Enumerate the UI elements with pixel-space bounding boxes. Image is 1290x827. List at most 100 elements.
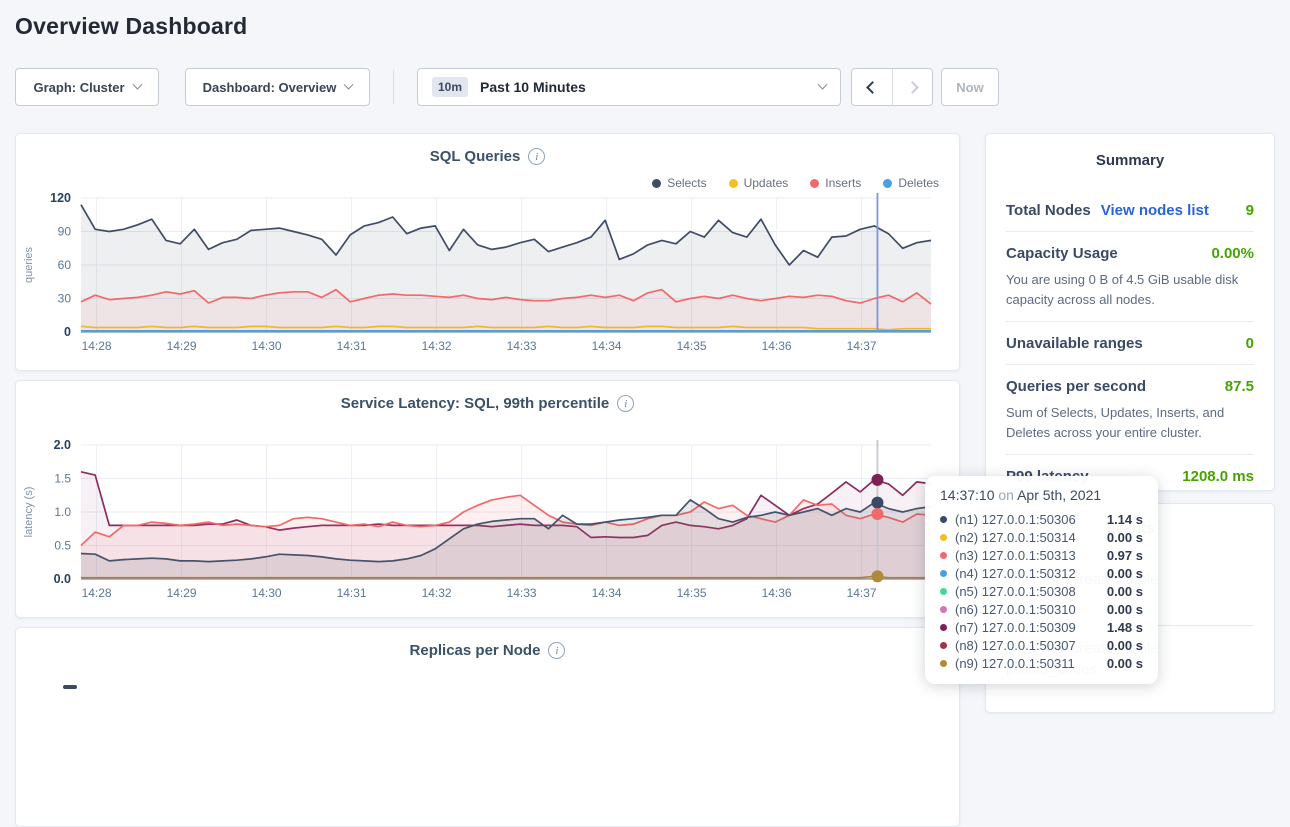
tooltip-row: (n6) 127.0.0.1:503100.00 s [940,600,1143,618]
node-color-dot-icon [940,642,947,649]
svg-text:14:35: 14:35 [677,339,707,353]
svg-text:14:32: 14:32 [422,586,452,600]
dashboard-dropdown[interactable]: Dashboard: Overview [185,68,370,106]
unavailable-ranges-label: Unavailable ranges [1006,335,1143,352]
svg-text:14:29: 14:29 [167,586,197,600]
svg-text:0: 0 [64,325,71,339]
service-latency-chart[interactable]: 14:2814:2914:3014:3114:3214:3314:3414:35… [16,437,961,615]
svg-text:14:28: 14:28 [82,339,112,353]
prev-time-button[interactable] [852,69,892,105]
tooltip-row: (n2) 127.0.0.1:50314 0.00 s [940,528,1143,546]
tooltip-node-label: (n2) 127.0.0.1:50314 [955,530,1099,545]
svg-text:14:32: 14:32 [422,339,452,353]
svg-text:30: 30 [58,292,72,306]
tooltip-node-label: (n5) 127.0.0.1:50308 [955,584,1099,599]
tooltip-node-label: (n8) 127.0.0.1:50307 [955,638,1099,653]
svg-text:1.5: 1.5 [54,472,71,486]
tooltip-row: (n1) 127.0.0.1:503061.14 s [940,510,1143,528]
legend-item-inserts: Inserts [810,176,861,190]
page-title: Overview Dashboard [15,13,247,40]
legend-label: Deletes [898,176,939,190]
svg-text:latency (s): latency (s) [23,487,35,538]
tooltip-on-word: on [998,487,1014,503]
next-time-button[interactable] [892,69,932,105]
tooltip-node-label: (n9) 127.0.0.1:50311 [955,656,1099,671]
graph-dropdown-label: Graph: Cluster [33,80,124,95]
svg-text:0.0: 0.0 [54,572,71,586]
legend-item-updates: Updates [729,176,789,190]
svg-text:14:33: 14:33 [507,339,537,353]
tooltip-node-value: 0.00 s [1107,530,1143,545]
tooltip-row: (n7) 127.0.0.1:503091.48 s [940,618,1143,636]
p99-latency-value: 1208.0 ms [1182,468,1254,485]
svg-text:1.0: 1.0 [54,505,71,519]
chevron-down-icon [344,79,354,89]
tooltip-row: (n5) 127.0.0.1:50308 0.00 s [940,582,1143,600]
tooltip-node-value: 0.00 s [1107,602,1143,617]
legend-dot-icon [810,179,819,188]
node-color-dot-icon [940,552,947,559]
node-color-dot-icon [940,588,947,595]
svg-text:14:34: 14:34 [592,586,622,600]
tooltip-node-value: 0.97 s [1107,548,1143,563]
info-icon[interactable]: i [528,148,545,165]
svg-text:120: 120 [50,191,71,205]
svg-text:14:29: 14:29 [167,339,197,353]
summary-panel: Summary Total Nodes View nodes list 9 Ca… [985,133,1275,491]
legend-dot-icon [883,179,892,188]
svg-text:14:34: 14:34 [592,339,622,353]
replicas-per-node-chart-card: Replicas per Node i [15,627,960,827]
tooltip-node-value: 0.00 s [1107,584,1143,599]
cut-off-chart-fragment [63,685,77,689]
summary-row-queries-per-second: Queries per second 87.5 [1006,364,1254,407]
node-color-dot-icon [940,516,947,523]
svg-text:14:36: 14:36 [762,339,792,353]
tooltip-node-value: 1.48 s [1107,620,1143,635]
node-color-dot-icon [940,660,947,667]
chart-title-service-latency: Service Latency: SQL, 99th percentile [341,395,609,412]
tooltip-row: (n9) 127.0.0.1:50311 0.00 s [940,654,1143,672]
svg-text:14:37: 14:37 [847,339,877,353]
svg-text:queries: queries [23,246,35,283]
queries-per-second-value: 87.5 [1225,378,1254,395]
tooltip-node-label: (n4) 127.0.0.1:50312 [955,566,1099,581]
tooltip-rows: (n1) 127.0.0.1:503061.14 s(n2) 127.0.0.1… [940,510,1143,672]
tooltip-row: (n8) 127.0.0.1:503070.00 s [940,636,1143,654]
tooltip-node-value: 1.14 s [1107,512,1143,527]
capacity-usage-label: Capacity Usage [1006,245,1118,262]
now-button[interactable]: Now [941,68,999,106]
tooltip-row: (n3) 127.0.0.1:50313 0.97 s [940,546,1143,564]
svg-text:90: 90 [58,225,72,239]
legend-item-deletes: Deletes [883,176,939,190]
summary-title: Summary [1006,152,1254,169]
tooltip-time: 14:37:10 [940,487,995,503]
legend-label: Updates [744,176,789,190]
tooltip-node-value: 0.00 s [1107,566,1143,581]
service-latency-chart-card: Service Latency: SQL, 99th percentile i … [15,380,960,618]
summary-row-unavailable-ranges: Unavailable ranges 0 [1006,321,1254,364]
info-icon[interactable]: i [617,395,634,412]
sql-queries-chart[interactable]: 14:2814:2914:3014:3114:3214:3314:3414:35… [16,190,961,368]
svg-text:14:35: 14:35 [677,586,707,600]
svg-text:14:33: 14:33 [507,586,537,600]
node-color-dot-icon [940,606,947,613]
svg-text:14:36: 14:36 [762,586,792,600]
time-range-picker[interactable]: 10m Past 10 Minutes [417,68,841,106]
view-nodes-list-link[interactable]: View nodes list [1101,202,1209,219]
svg-text:14:28: 14:28 [82,586,112,600]
info-icon[interactable]: i [548,642,565,659]
svg-text:14:31: 14:31 [337,586,367,600]
tooltip-node-label: (n3) 127.0.0.1:50313 [955,548,1099,563]
svg-text:14:30: 14:30 [252,339,282,353]
node-color-dot-icon [940,534,947,541]
summary-row-total-nodes: Total Nodes View nodes list 9 [1006,189,1254,231]
chevron-down-icon [132,79,142,89]
sql-legend: SelectsUpdatesInsertsDeletes [652,176,939,190]
graph-dropdown[interactable]: Graph: Cluster [15,68,159,106]
capacity-usage-description: You are using 0 B of 4.5 GiB usable disk… [1006,270,1254,321]
sql-queries-chart-card: SQL Queries i SelectsUpdatesInsertsDelet… [15,133,960,371]
unavailable-ranges-value: 0 [1246,335,1254,352]
tooltip-date: Apr 5th, 2021 [1017,487,1101,503]
legend-label: Inserts [825,176,861,190]
tooltip-node-value: 0.00 s [1107,656,1143,671]
